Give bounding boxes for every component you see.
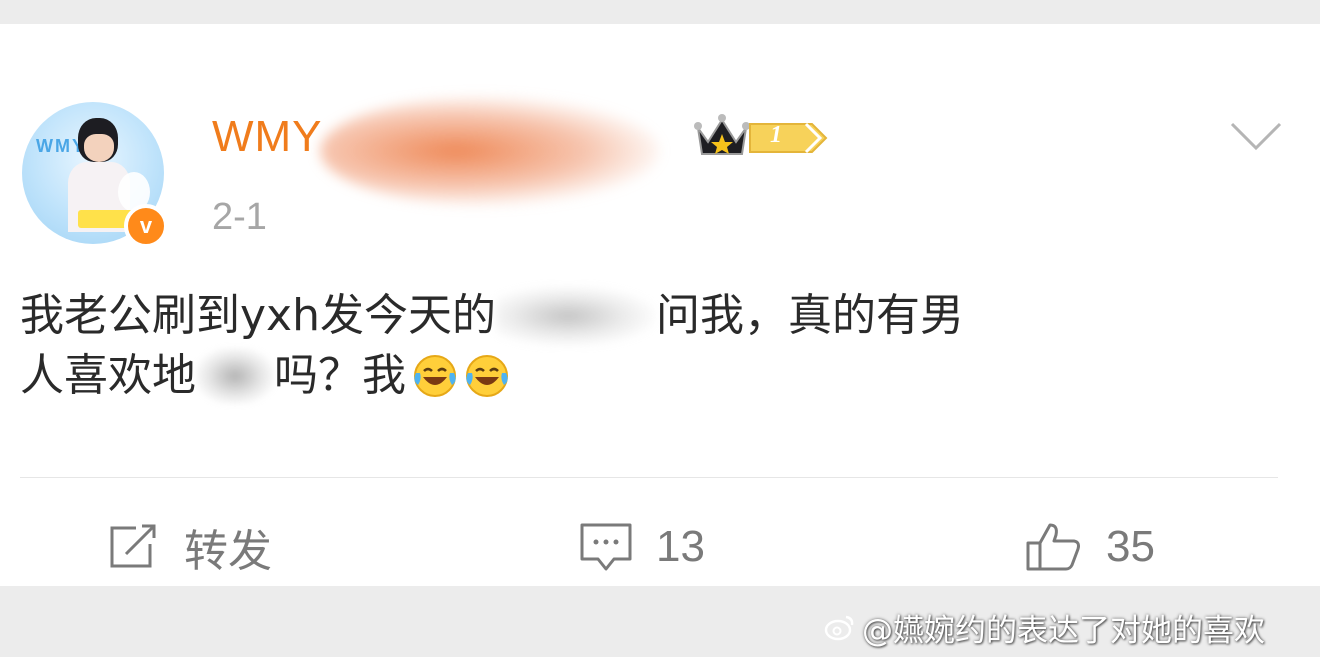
repost-label: 转发 — [184, 526, 272, 577]
content-line-1: 我老公刷到yxh发今天的 问我，真的有男 — [20, 286, 1260, 346]
repost-button[interactable]: 转发 — [106, 516, 272, 578]
verified-badge-icon: v — [124, 204, 168, 248]
repost-icon — [110, 524, 156, 568]
level-badge-icon — [749, 122, 828, 154]
weibo-post-card: WMY v WMY 1 2-1 我老公刷到yxh发今天的 问我，真的有男 人喜欢… — [0, 24, 1320, 586]
avatar-face — [84, 134, 114, 162]
thumbs-up-icon — [1026, 523, 1080, 571]
level-number: 1 — [770, 122, 782, 148]
chevron-down-icon[interactable] — [1228, 116, 1284, 156]
content-blur-redaction — [495, 286, 656, 346]
divider — [20, 477, 1278, 478]
like-button[interactable]: 35 — [1024, 516, 1155, 578]
username-blur-redaction — [320, 96, 660, 206]
watermark-text: @嬿婉约的表达了对她的喜欢 — [862, 612, 1265, 649]
content-blur-redaction-2 — [196, 348, 274, 404]
post-time: 2-1 — [212, 196, 267, 238]
content-text-2b: 吗？我 — [274, 350, 406, 401]
like-count: 35 — [1106, 522, 1155, 571]
weibo-logo-icon — [824, 615, 854, 641]
content-text-1b: 问我，真的有男 — [655, 290, 964, 341]
content-text-2-partial: 地 — [152, 350, 196, 401]
post-content: 我老公刷到yxh发今天的 问我，真的有男 人喜欢地 吗？我 — [20, 286, 1260, 406]
content-text-1a: 我老公刷到yxh发今天的 — [20, 290, 496, 341]
comment-count: 13 — [656, 522, 705, 571]
comment-button[interactable]: 13 — [578, 516, 705, 578]
weibo-watermark: @嬿婉约的表达了对她的喜欢 — [824, 606, 1265, 649]
username[interactable]: WMY — [212, 112, 323, 162]
laugh-cry-emoji-icon — [414, 355, 456, 397]
content-text-2a: 人喜欢 — [20, 350, 152, 401]
laugh-cry-emoji-icon — [466, 355, 508, 397]
crown-icon — [694, 114, 750, 155]
comment-icon — [580, 523, 632, 571]
content-line-2: 人喜欢地 吗？我 — [20, 346, 1260, 406]
